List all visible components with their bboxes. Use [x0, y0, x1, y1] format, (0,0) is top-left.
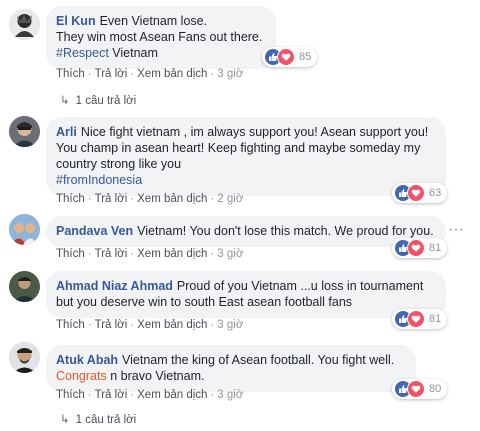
heart-icon — [407, 184, 425, 202]
like-link[interactable]: Thích — [56, 193, 85, 205]
reaction-summary[interactable]: 63 — [392, 183, 448, 203]
reaction-summary[interactable]: 80 — [392, 379, 448, 399]
avatar[interactable] — [9, 342, 40, 373]
view-replies-link[interactable]: ↳ 1 câu trả lời — [60, 412, 136, 426]
timestamp[interactable]: 3 giờ — [217, 248, 243, 260]
commenter-name[interactable]: Ahmad Niaz Ahmad — [56, 279, 173, 293]
reaction-summary[interactable]: 81 — [392, 238, 448, 258]
comment-actions: Thích · Trả lời · Xem bản dịch · 3 giờ — [56, 319, 244, 331]
comment-text: Vietnam! You don't lose this match. We p… — [137, 224, 434, 238]
avatar[interactable] — [9, 116, 40, 147]
translate-link[interactable]: Xem bản dịch — [137, 68, 207, 80]
timestamp[interactable]: 3 giờ — [217, 389, 243, 401]
heart-icon — [277, 48, 295, 66]
heart-icon — [407, 380, 425, 398]
reaction-count: 63 — [429, 187, 442, 199]
comment-text: You champ in asean heart! Keep fighting … — [56, 141, 421, 155]
comment-text: Vietnam — [108, 46, 158, 60]
comment-text: Vietnam the king of Asean football. You … — [122, 353, 395, 367]
timestamp[interactable]: 2 giờ — [217, 193, 243, 205]
comment-bubble: Ahmad Niaz Ahmad Proud of you Vietnam ...… — [46, 271, 446, 318]
commenter-name[interactable]: Pandava Ven — [56, 224, 133, 238]
avatar[interactable] — [9, 271, 40, 302]
translate-link[interactable]: Xem bản dịch — [137, 248, 207, 260]
reaction-summary[interactable]: 85 — [262, 47, 318, 67]
translate-link[interactable]: Xem bản dịch — [137, 193, 207, 205]
comment-text: They win most Asean Fans out there. — [56, 30, 263, 44]
like-link[interactable]: Thích — [56, 319, 85, 331]
commenter-name[interactable]: Atuk Abah — [56, 353, 118, 367]
reply-link[interactable]: Trả lời — [95, 248, 128, 260]
reply-link[interactable]: Trả lời — [95, 193, 128, 205]
comment-bubble: Atuk Abah Vietnam the king of Asean footb… — [46, 345, 416, 392]
comment-actions: Thích · Trả lời · Xem bản dịch · 3 giờ — [56, 68, 244, 80]
comment-actions: Thích · Trả lời · Xem bản dịch · 3 giờ — [56, 389, 244, 401]
like-link[interactable]: Thích — [56, 389, 85, 401]
hashtag-link[interactable]: #Respect — [56, 46, 109, 60]
reaction-summary[interactable]: 81 — [392, 309, 448, 329]
heart-icon — [407, 239, 425, 257]
reply-link[interactable]: Trả lời — [95, 319, 128, 331]
reaction-count: 81 — [429, 313, 442, 325]
like-link[interactable]: Thích — [56, 248, 85, 260]
reaction-count: 80 — [429, 383, 442, 395]
comment-bubble: Pandava Ven Vietnam! You don't lose this … — [46, 216, 446, 247]
timestamp[interactable]: 3 giờ — [217, 319, 243, 331]
timestamp[interactable]: 3 giờ — [217, 68, 243, 80]
reaction-count: 85 — [299, 51, 312, 63]
commenter-name[interactable]: El Kun — [56, 14, 96, 28]
avatar[interactable] — [9, 9, 40, 40]
reply-arrow-icon: ↳ — [60, 95, 70, 107]
comment-actions: Thích · Trả lời · Xem bản dịch · 3 giờ — [56, 248, 244, 260]
reaction-count: 81 — [429, 242, 442, 254]
translate-link[interactable]: Xem bản dịch — [137, 319, 207, 331]
avatar[interactable] — [9, 214, 40, 245]
comment-text: Nice fight vietnam , im always support y… — [80, 125, 429, 139]
comment-bubble: Arli Nice fight vietnam , im always suppo… — [46, 117, 446, 196]
commenter-name[interactable]: Arli — [56, 125, 77, 139]
reply-link[interactable]: Trả lời — [95, 68, 128, 80]
reply-link[interactable]: Trả lời — [95, 389, 128, 401]
more-options-icon[interactable]: ··· — [448, 221, 464, 239]
heart-icon — [407, 310, 425, 328]
comment-text: n bravo Vietnam. — [106, 369, 205, 383]
view-replies-link[interactable]: ↳ 1 câu trả lời — [60, 93, 136, 107]
comment-text: Even Vietnam lose. — [99, 14, 208, 28]
comment-bubble: El Kun Even Vietnam lose. They win most A… — [46, 6, 276, 69]
comment-text: country strong like you — [56, 157, 182, 171]
replies-count: 1 câu trả lời — [75, 95, 137, 107]
comment-actions: Thích · Trả lời · Xem bản dịch · 2 giờ — [56, 193, 244, 205]
comment-text: but you deserve win to south East asean … — [56, 295, 353, 309]
translate-link[interactable]: Xem bản dịch — [137, 389, 207, 401]
replies-count: 1 câu trả lời — [75, 414, 137, 426]
reply-arrow-icon: ↳ — [60, 414, 70, 426]
congrats-highlight[interactable]: Congrats — [56, 369, 107, 383]
comment-text: Proud of you Vietnam ...u loss in tourna… — [176, 279, 424, 293]
hashtag-link[interactable]: #fromIndonesia — [56, 173, 142, 187]
like-link[interactable]: Thích — [56, 68, 85, 80]
